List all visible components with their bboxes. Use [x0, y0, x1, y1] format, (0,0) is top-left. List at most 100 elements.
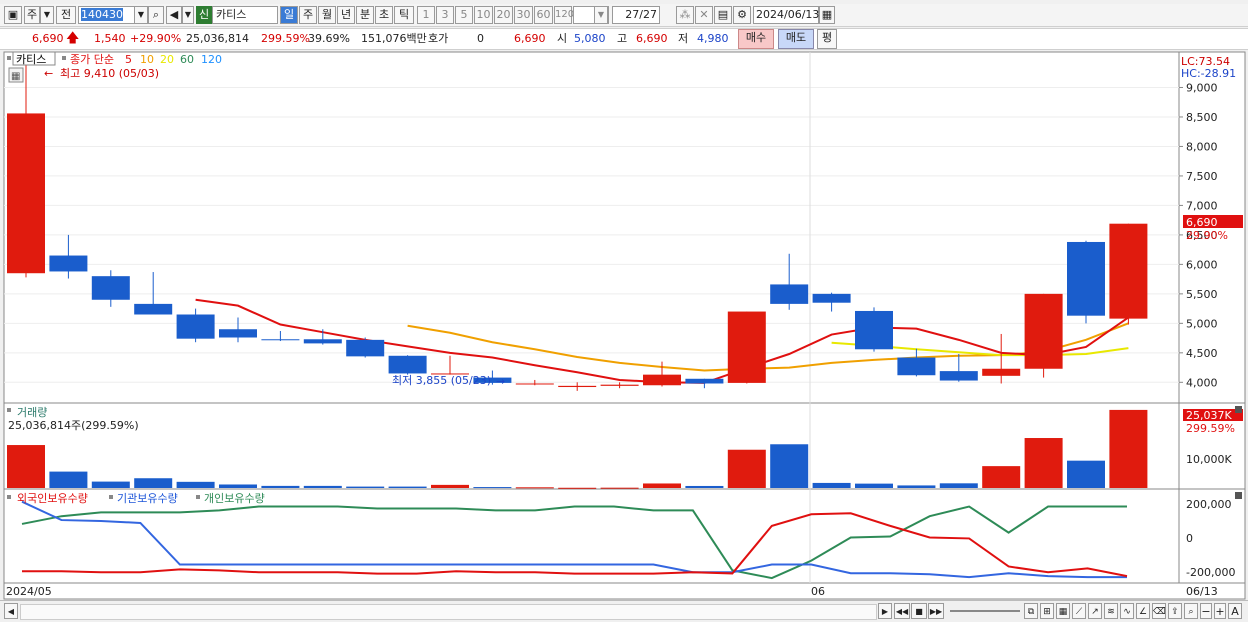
period-week[interactable]: 주: [299, 6, 317, 24]
institution-toggle-icon[interactable]: [109, 495, 113, 499]
prev-label: 전: [60, 8, 72, 21]
interval-dropdown-icon[interactable]: ▼: [594, 6, 608, 24]
erase-icon[interactable]: ⌫: [1152, 603, 1166, 619]
ray-icon[interactable]: ↗: [1088, 603, 1102, 619]
period-month-label: 월: [321, 8, 333, 21]
mode-selector[interactable]: 주: [24, 6, 40, 24]
period-year[interactable]: 년: [337, 6, 355, 24]
price-tick-label: 7,500: [1186, 170, 1218, 183]
code-dropdown-icon[interactable]: ▼: [134, 6, 148, 24]
stop-icon[interactable]: ■: [911, 603, 927, 619]
zoom-out-icon[interactable]: −: [1200, 603, 1212, 619]
interval-1[interactable]: 1: [417, 6, 435, 24]
period-year-label: 년: [340, 8, 352, 21]
window-menu-icon[interactable]: ▣: [4, 6, 22, 24]
ma-toggle-icon[interactable]: [62, 56, 66, 60]
candle-body: [727, 311, 766, 383]
scroll-right-icon[interactable]: ▶: [878, 603, 892, 619]
interval-label: 30: [516, 8, 531, 21]
stock-name-field[interactable]: 카티스: [212, 6, 278, 24]
search-icon[interactable]: ⌕: [1184, 603, 1198, 619]
angle-icon[interactable]: ∠: [1136, 603, 1150, 619]
sound-icon[interactable]: ◀: [166, 6, 182, 24]
interval-10[interactable]: 10: [474, 6, 493, 24]
scroll-left-icon[interactable]: ◀: [4, 603, 18, 619]
volume-bar: [515, 487, 554, 489]
flat-button[interactable]: 평: [817, 29, 837, 49]
interval-label: 1: [422, 8, 430, 21]
export-icon[interactable]: ⇪: [1168, 603, 1182, 619]
volume-bar: [770, 444, 809, 488]
sound-dropdown-icon[interactable]: ▼: [182, 6, 194, 24]
crosshair-icon[interactable]: ✕: [695, 6, 713, 24]
candle-body: [303, 339, 342, 344]
interval-30[interactable]: 30: [514, 6, 533, 24]
rewind-icon[interactable]: ◀◀: [894, 603, 910, 619]
save-icon[interactable]: ▤: [714, 6, 732, 24]
zoom-slider[interactable]: [950, 610, 1020, 612]
zoom-in-icon[interactable]: +: [1214, 603, 1226, 619]
candle-body: [1067, 241, 1105, 316]
buy-button[interactable]: 매수: [738, 29, 774, 49]
period-day-label: 일: [283, 8, 295, 21]
x-axis-mid: 06: [811, 585, 825, 598]
high-price: 6,690: [636, 32, 668, 45]
stock-code-input[interactable]: 140430: [78, 6, 136, 24]
wave-icon[interactable]: ∿: [1120, 603, 1134, 619]
candle-body: [939, 371, 978, 381]
chart-area[interactable]: 9,000 8,500 8,000 7,500 7,000 6,500 6,000 5,500…: [0, 50, 1248, 600]
legend-foreign: 외국인보유수량: [17, 492, 88, 505]
volume-toggle-icon[interactable]: [7, 408, 11, 412]
grid-icon[interactable]: ▦: [1056, 603, 1070, 619]
period-month[interactable]: 월: [318, 6, 336, 24]
mode-dropdown-icon[interactable]: ▼: [40, 6, 54, 24]
legend-ma60: 60: [180, 53, 194, 66]
trendline-icon[interactable]: ⟋: [1072, 603, 1086, 619]
period-week-label: 주: [302, 8, 314, 21]
current-price: 6,690: [32, 32, 64, 45]
holders-close-icon[interactable]: [1235, 492, 1242, 499]
holders-toggle-icon[interactable]: [7, 495, 11, 499]
search-icon[interactable]: ⌕: [148, 6, 164, 24]
period-minute[interactable]: 분: [356, 6, 374, 24]
price-tick-label: 8,000: [1186, 140, 1218, 153]
layout-icon[interactable]: ⊞: [1040, 603, 1054, 619]
candle-body: [388, 355, 427, 374]
horizontal-scrollbar[interactable]: [20, 604, 877, 620]
candle-body: [261, 339, 300, 341]
last-pct-label: 29.90%: [1186, 229, 1228, 242]
legend-institution: 기관보유수량: [117, 492, 178, 505]
fibonacci-icon[interactable]: ≋: [1104, 603, 1118, 619]
interval-20[interactable]: 20: [494, 6, 513, 24]
interval-120[interactable]: 120: [554, 6, 574, 24]
high-label: 고: [617, 32, 628, 45]
new-listing-badge: 신: [196, 6, 212, 24]
fast-forward-icon[interactable]: ▶▶: [928, 603, 944, 619]
volume-close-icon[interactable]: [1235, 406, 1242, 413]
interval-5[interactable]: 5: [455, 6, 473, 24]
volume-value: 25,036,814: [186, 32, 249, 45]
settings-gear-icon[interactable]: ⚙: [733, 6, 751, 24]
period-tick[interactable]: 틱: [394, 6, 414, 24]
period-day[interactable]: 일: [280, 6, 298, 24]
panel-toggle-icon[interactable]: [7, 56, 11, 60]
interval-3[interactable]: 3: [436, 6, 454, 24]
price-change: 1,540: [94, 32, 126, 45]
prev-button[interactable]: 전: [56, 6, 76, 24]
period-second[interactable]: 초: [375, 6, 393, 24]
sell-button[interactable]: 매도: [778, 29, 814, 49]
interval-60[interactable]: 60: [534, 6, 553, 24]
volume-bar: [1109, 409, 1148, 488]
count-input[interactable]: 27/27: [612, 6, 660, 24]
individual-toggle-icon[interactable]: [196, 495, 200, 499]
volume-bar: [982, 466, 1021, 488]
candle-body: [7, 113, 45, 274]
stock-chart-svg[interactable]: 9,0008,5008,0007,5007,0006,5006,0005,500…: [0, 50, 1248, 600]
calendar-icon[interactable]: ▦: [819, 6, 835, 24]
date-input[interactable]: 2024/06/13: [753, 6, 819, 24]
candle-body: [812, 293, 851, 303]
volume-bar: [685, 485, 724, 488]
auto-scale-icon[interactable]: A: [1228, 603, 1242, 619]
copy-icon[interactable]: ⧉: [1024, 603, 1038, 619]
compare-icon[interactable]: ⁂: [676, 6, 694, 24]
